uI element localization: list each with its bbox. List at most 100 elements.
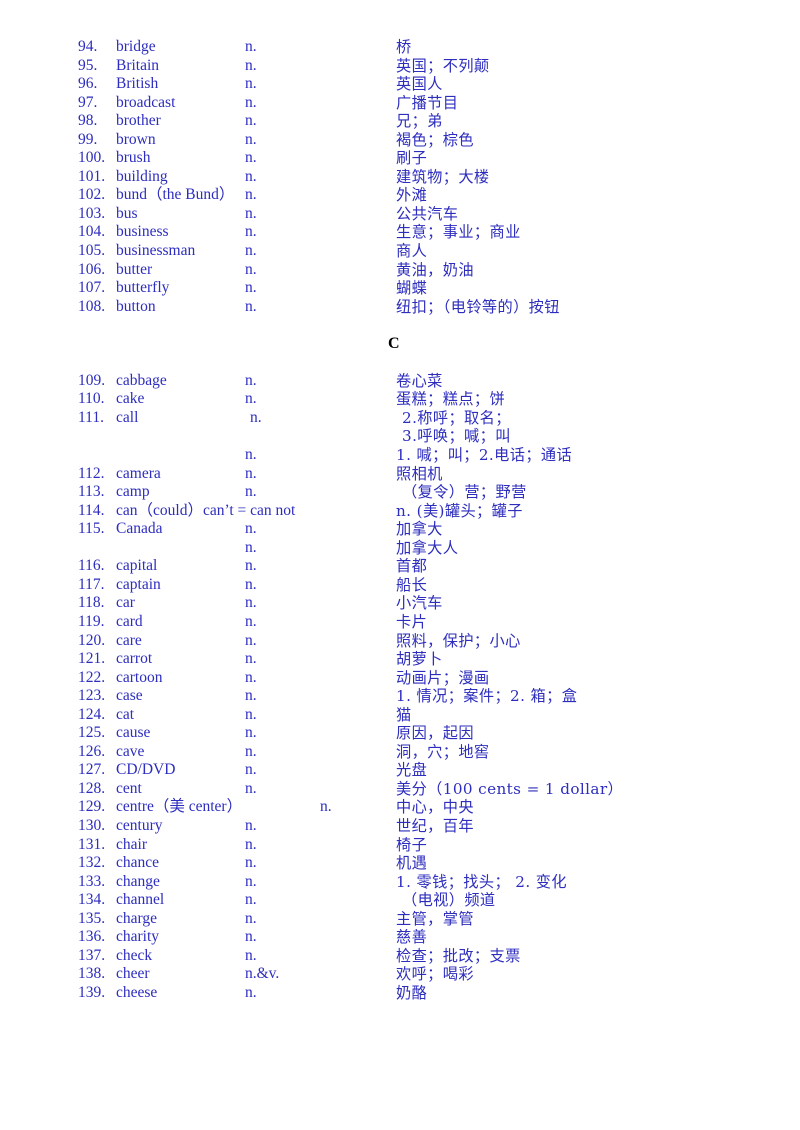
- vocabulary-row: 130. century n. 世纪，百年: [78, 817, 778, 836]
- entry-part-of-speech: n.: [250, 408, 262, 426]
- entry-translation: 世纪，百年: [396, 816, 474, 835]
- entry-translation: 兄；弟: [396, 112, 443, 131]
- entry-number: 127.: [78, 761, 106, 779]
- vocabulary-row: 3.呼唤；喊；叫: [78, 427, 778, 446]
- entry-translation: 纽扣；（电铃等的）按钮: [396, 297, 560, 316]
- entry-number: 120.: [78, 631, 106, 649]
- entry-number: 133.: [78, 872, 106, 890]
- entry-number: 98.: [78, 112, 98, 130]
- entry-part-of-speech: n.: [245, 835, 257, 853]
- entry-part-of-speech: n.: [245, 446, 257, 464]
- entry-number: 103.: [78, 204, 106, 222]
- vocabulary-row: 124. cat n. 猫: [78, 706, 778, 725]
- entry-number: 125.: [78, 724, 106, 742]
- entry-translation: 英国人: [396, 75, 443, 94]
- entry-translation: 外滩: [396, 186, 428, 205]
- entry-word: cat: [116, 705, 135, 723]
- entry-word: businessman: [116, 242, 196, 260]
- entry-number: 94.: [78, 38, 98, 55]
- entry-part-of-speech: n.: [245, 186, 257, 204]
- entry-translation: 生意；事业；商业: [396, 223, 521, 242]
- entry-number: 122.: [78, 668, 106, 686]
- entry-part-of-speech: n.: [245, 557, 257, 575]
- vocabulary-row: 132. chance n. 机遇: [78, 854, 778, 873]
- entry-number: 116.: [78, 557, 105, 575]
- entry-translation: 中心，中央: [396, 798, 474, 817]
- section-letter: C: [388, 334, 400, 352]
- vocabulary-row: 126. cave n. 洞，穴；地窖: [78, 743, 778, 762]
- entry-part-of-speech: n.: [245, 872, 257, 890]
- entry-translation: 照相机: [396, 464, 443, 483]
- vocabulary-row: 107. butterfly n. 蝴蝶: [78, 279, 778, 298]
- vocabulary-row: 105. businessman n. 商人: [78, 242, 778, 261]
- entry-number: 138.: [78, 965, 106, 983]
- entry-number: 139.: [78, 983, 106, 1001]
- vocabulary-row: 110. cake n. 蛋糕；糕点；饼: [78, 390, 778, 409]
- entry-part-of-speech: n.: [245, 631, 257, 649]
- vocabulary-row: 115. Canada n. 加拿大: [78, 520, 778, 539]
- section-header: C: [78, 335, 778, 354]
- entry-part-of-speech: n.: [245, 167, 257, 185]
- entry-part-of-speech: n.: [245, 705, 257, 723]
- entry-word: charity: [116, 928, 160, 946]
- entry-translation: 主管，掌管: [396, 909, 474, 928]
- entry-number: 135.: [78, 909, 106, 927]
- entry-word: cent: [116, 779, 142, 797]
- entry-part-of-speech: n.: [245, 928, 257, 946]
- entry-part-of-speech: n.: [245, 260, 257, 278]
- entry-number: 111.: [78, 408, 104, 426]
- entry-translation: 黄油，奶油: [396, 260, 474, 279]
- entry-part-of-speech: n.&v.: [245, 965, 280, 983]
- entry-translation: 胡萝卜: [396, 650, 443, 669]
- entry-part-of-speech: n.: [245, 668, 257, 686]
- vocabulary-row: 139. cheese n. 奶酪: [78, 984, 778, 1003]
- vocabulary-row: 96. British n. 英国人: [78, 75, 778, 94]
- entry-translation: 机遇: [396, 854, 428, 873]
- vocabulary-row: 122. cartoon n. 动画片；漫画: [78, 669, 778, 688]
- entry-word: car: [116, 594, 135, 612]
- entry-part-of-speech: n.: [245, 204, 257, 222]
- entry-word: Canada: [116, 520, 163, 538]
- entry-part-of-speech: n.: [245, 650, 257, 668]
- vocabulary-row: 101. building n. 建筑物；大楼: [78, 168, 778, 187]
- entry-number: 130.: [78, 816, 106, 834]
- entry-word: cheer: [116, 965, 150, 983]
- entry-part-of-speech: n.: [245, 371, 257, 389]
- vocabulary-row: 125. cause n. 原因，起因: [78, 724, 778, 743]
- vocabulary-row: 128. cent n. 美分（100 cents = 1 dollar）: [78, 780, 778, 799]
- vocabulary-row: n. 加拿大人: [78, 539, 778, 558]
- entry-translation: 蛋糕；糕点；饼: [396, 390, 506, 409]
- entry-word: business: [116, 223, 169, 241]
- entry-word: check: [116, 946, 153, 964]
- entry-number: 100.: [78, 149, 106, 167]
- entry-part-of-speech: n.: [245, 761, 257, 779]
- entry-part-of-speech: n.: [245, 538, 257, 556]
- entry-word: captain: [116, 575, 161, 593]
- entry-part-of-speech: n.: [245, 983, 257, 1001]
- entry-word: care: [116, 631, 142, 649]
- entry-word: camp: [116, 483, 150, 501]
- entry-translation: 加拿大: [396, 520, 443, 539]
- entry-word: change: [116, 872, 160, 890]
- vocabulary-row: 133. change n. 1. 零钱；找头； 2. 变化: [78, 873, 778, 892]
- vocabulary-row: 120. care n. 照料，保护；小心: [78, 632, 778, 651]
- entry-translation: 动画片；漫画: [396, 668, 490, 687]
- entry-word: cabbage: [116, 371, 167, 389]
- entry-number: 110.: [78, 390, 105, 408]
- vocabulary-row: 131. chair n. 椅子: [78, 836, 778, 855]
- entry-number: 118.: [78, 594, 105, 612]
- entry-number: 102.: [78, 186, 106, 204]
- entry-word: cake: [116, 390, 145, 408]
- entry-translation: 建筑物；大楼: [396, 167, 490, 186]
- vocabulary-row: 123. case n. 1. 情况；案件；2. 箱；盒: [78, 687, 778, 706]
- entry-number: 101.: [78, 167, 106, 185]
- entry-part-of-speech: n.: [245, 612, 257, 630]
- entry-part-of-speech: n.: [245, 297, 257, 315]
- vocabulary-row: 100. brush n. 刷子: [78, 149, 778, 168]
- entry-translation: 卷心菜: [396, 371, 443, 390]
- entry-word: call: [116, 408, 139, 426]
- vocabulary-row: 116. capital n. 首都: [78, 557, 778, 576]
- entry-number: 95.: [78, 56, 98, 74]
- entry-number: 112.: [78, 464, 105, 482]
